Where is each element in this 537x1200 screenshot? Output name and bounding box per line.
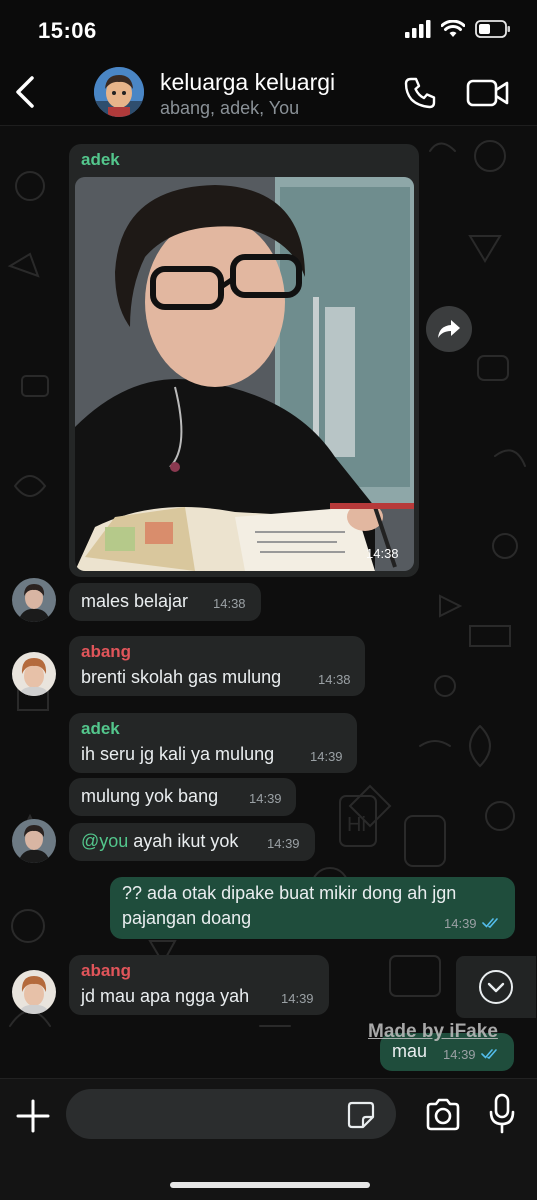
avatar-adek[interactable] — [12, 819, 56, 863]
message-text: males belajar — [81, 591, 189, 611]
message-text: jd mau apa ngga yah — [81, 986, 250, 1006]
avatar-adek-image — [12, 819, 56, 863]
message-time: 14:39 — [443, 1047, 476, 1062]
video-call-button[interactable] — [466, 77, 510, 109]
message-bubble-outgoing[interactable]: ?? ada otak dipake buat mikir dong ah jg… — [110, 877, 515, 939]
message-text: mulung yok bang — [81, 786, 219, 806]
message-text-line2: pajangan doang — [122, 908, 252, 928]
status-bar: 15:06 — [0, 0, 537, 58]
sticker-icon — [347, 1101, 375, 1129]
avatar-abang[interactable] — [12, 652, 56, 696]
wifi-icon — [441, 20, 465, 37]
plus-icon — [16, 1099, 50, 1133]
message-text-body: ayah ikut yok — [128, 831, 239, 851]
message-time: 14:39 — [281, 991, 314, 1006]
avatar-abang-image — [12, 652, 56, 696]
double-check-read-icon — [482, 918, 498, 928]
message-sender: adek — [81, 719, 120, 738]
message-sender: abang — [81, 642, 132, 661]
message-text: ih seru jg kali ya mulung — [81, 744, 275, 764]
chat-area[interactable]: Hi adek 14:38 males belajar 14:38 abang … — [0, 126, 537, 1078]
svg-text:Hi: Hi — [347, 814, 366, 836]
avatar-adek-image — [12, 578, 56, 622]
phone-icon — [404, 77, 436, 109]
chevron-down-circle-icon — [479, 970, 513, 1004]
message-bubble[interactable]: abang jd mau apa ngga yah 14:39 — [69, 955, 329, 1015]
message-bubble[interactable]: mulung yok bang 14:39 — [69, 778, 296, 816]
message-sender: abang — [81, 961, 132, 980]
battery-icon — [475, 20, 510, 38]
message-time: 14:39 — [310, 749, 343, 764]
message-text: @you ayah ikut yok — [81, 831, 238, 852]
sticker-button[interactable] — [346, 1100, 376, 1130]
forward-arrow-icon — [438, 320, 460, 338]
voice-call-button[interactable] — [402, 75, 438, 111]
camera-icon — [426, 1098, 460, 1131]
status-time: 15:06 — [38, 18, 97, 43]
chevron-left-icon — [16, 76, 34, 108]
scroll-to-bottom-button[interactable] — [456, 956, 536, 1018]
message-time: 14:39 — [267, 836, 300, 851]
double-check-read-icon — [481, 1049, 497, 1059]
message-time: 14:38 — [213, 596, 246, 611]
message-text: brenti skolah gas mulung — [81, 667, 282, 687]
message-bubble[interactable]: males belajar 14:38 — [69, 583, 261, 621]
group-avatar[interactable] — [94, 67, 144, 117]
message-sender: adek — [81, 150, 120, 169]
back-button[interactable] — [10, 72, 40, 112]
shared-photo[interactable]: 14:38 — [75, 177, 414, 571]
message-bubble[interactable]: @you ayah ikut yok 14:39 — [69, 823, 315, 861]
message-time: 14:39 — [444, 916, 477, 931]
avatar-adek[interactable] — [12, 578, 56, 622]
message-text: mau — [392, 1041, 428, 1061]
cellular-signal-icon — [405, 20, 431, 38]
group-avatar-image — [94, 67, 144, 117]
avatar-abang[interactable] — [12, 970, 56, 1014]
microphone-icon — [489, 1093, 515, 1134]
watermark: Made by iFake — [368, 1021, 498, 1042]
input-bar — [0, 1078, 537, 1200]
message-bubble[interactable]: abang brenti skolah gas mulung 14:38 — [69, 636, 365, 696]
camera-button[interactable] — [424, 1097, 462, 1133]
photo-image — [75, 177, 414, 571]
home-indicator — [170, 1182, 370, 1188]
video-camera-icon — [466, 79, 509, 107]
group-members[interactable]: abang, adek, You — [160, 98, 299, 119]
mention[interactable]: @you — [81, 831, 128, 851]
message-time: 14:39 — [249, 791, 282, 806]
chat-header: keluarga keluargi abang, adek, You — [0, 58, 537, 126]
message-text-line1: ?? ada otak dipake buat mikir dong ah jg… — [122, 883, 457, 903]
forward-button[interactable] — [426, 306, 472, 352]
attach-button[interactable] — [14, 1097, 52, 1135]
message-time: 14:38 — [366, 546, 399, 561]
status-icons — [405, 20, 511, 38]
microphone-button[interactable] — [488, 1093, 516, 1135]
message-bubble[interactable]: adek ih seru jg kali ya mulung 14:39 — [69, 713, 357, 773]
group-title[interactable]: keluarga keluargi — [160, 69, 335, 96]
message-time: 14:38 — [318, 672, 351, 687]
avatar-abang-image — [12, 970, 56, 1014]
